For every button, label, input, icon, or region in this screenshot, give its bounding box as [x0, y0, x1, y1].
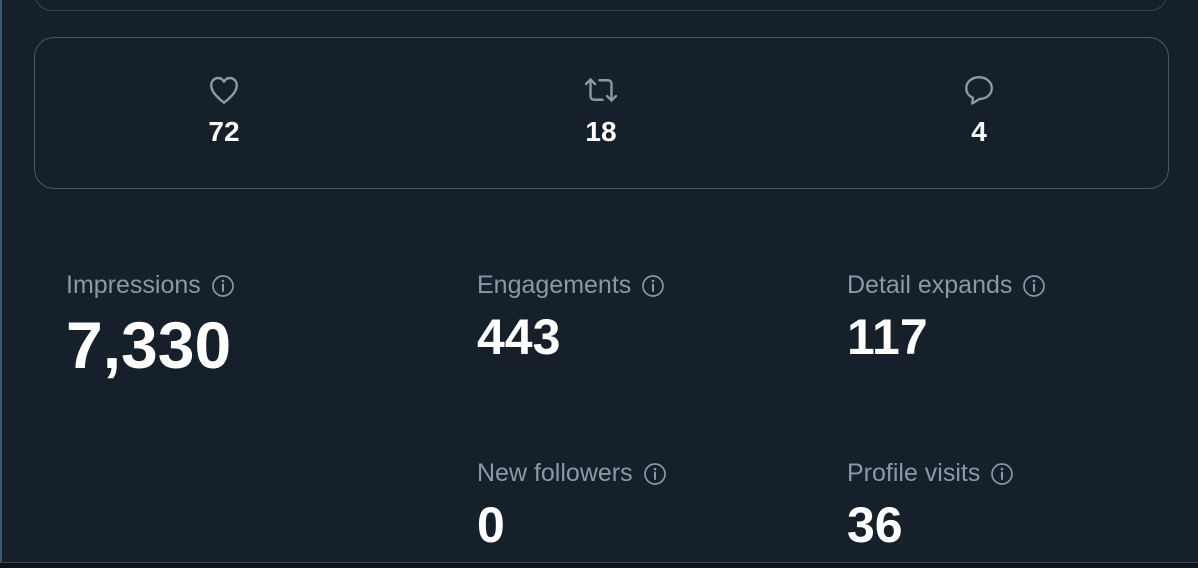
profile-visits-metric: Profile visits 36	[847, 461, 1014, 550]
engagements-label: Engagements	[477, 271, 632, 299]
info-icon[interactable]	[643, 462, 667, 486]
engagement-summary-card: 72 18 4	[34, 37, 1169, 189]
replies-stat[interactable]: 4	[919, 72, 1039, 146]
window-edge	[0, 0, 2, 568]
retweets-stat[interactable]: 18	[541, 72, 661, 146]
previous-card	[34, 0, 1168, 11]
likes-count: 72	[208, 116, 240, 147]
impressions-metric: Impressions 7,330	[66, 273, 235, 378]
info-icon[interactable]	[211, 274, 235, 298]
detail-expands-label: Detail expands	[847, 271, 1013, 299]
bottom-edge	[0, 562, 1198, 568]
new-followers-value: 0	[477, 497, 505, 553]
heart-icon	[210, 76, 238, 104]
new-followers-label: New followers	[477, 459, 633, 487]
engagements-metric: Engagements 443	[477, 273, 665, 362]
info-icon[interactable]	[641, 274, 665, 298]
impressions-label: Impressions	[66, 271, 201, 299]
likes-stat[interactable]: 72	[164, 72, 284, 146]
impressions-value: 7,330	[66, 308, 232, 382]
new-followers-metric: New followers 0	[477, 461, 667, 550]
replies-count: 4	[971, 116, 987, 147]
retweets-count: 18	[585, 116, 617, 147]
info-icon[interactable]	[1022, 274, 1046, 298]
profile-visits-value: 36	[847, 497, 903, 553]
detail-expands-metric: Detail expands 117	[847, 273, 1046, 362]
detail-expands-value: 117	[847, 309, 928, 365]
profile-visits-label: Profile visits	[847, 459, 981, 487]
reply-icon	[965, 76, 993, 105]
info-icon[interactable]	[990, 462, 1014, 486]
engagements-value: 443	[477, 309, 561, 365]
retweet-icon	[584, 78, 618, 102]
